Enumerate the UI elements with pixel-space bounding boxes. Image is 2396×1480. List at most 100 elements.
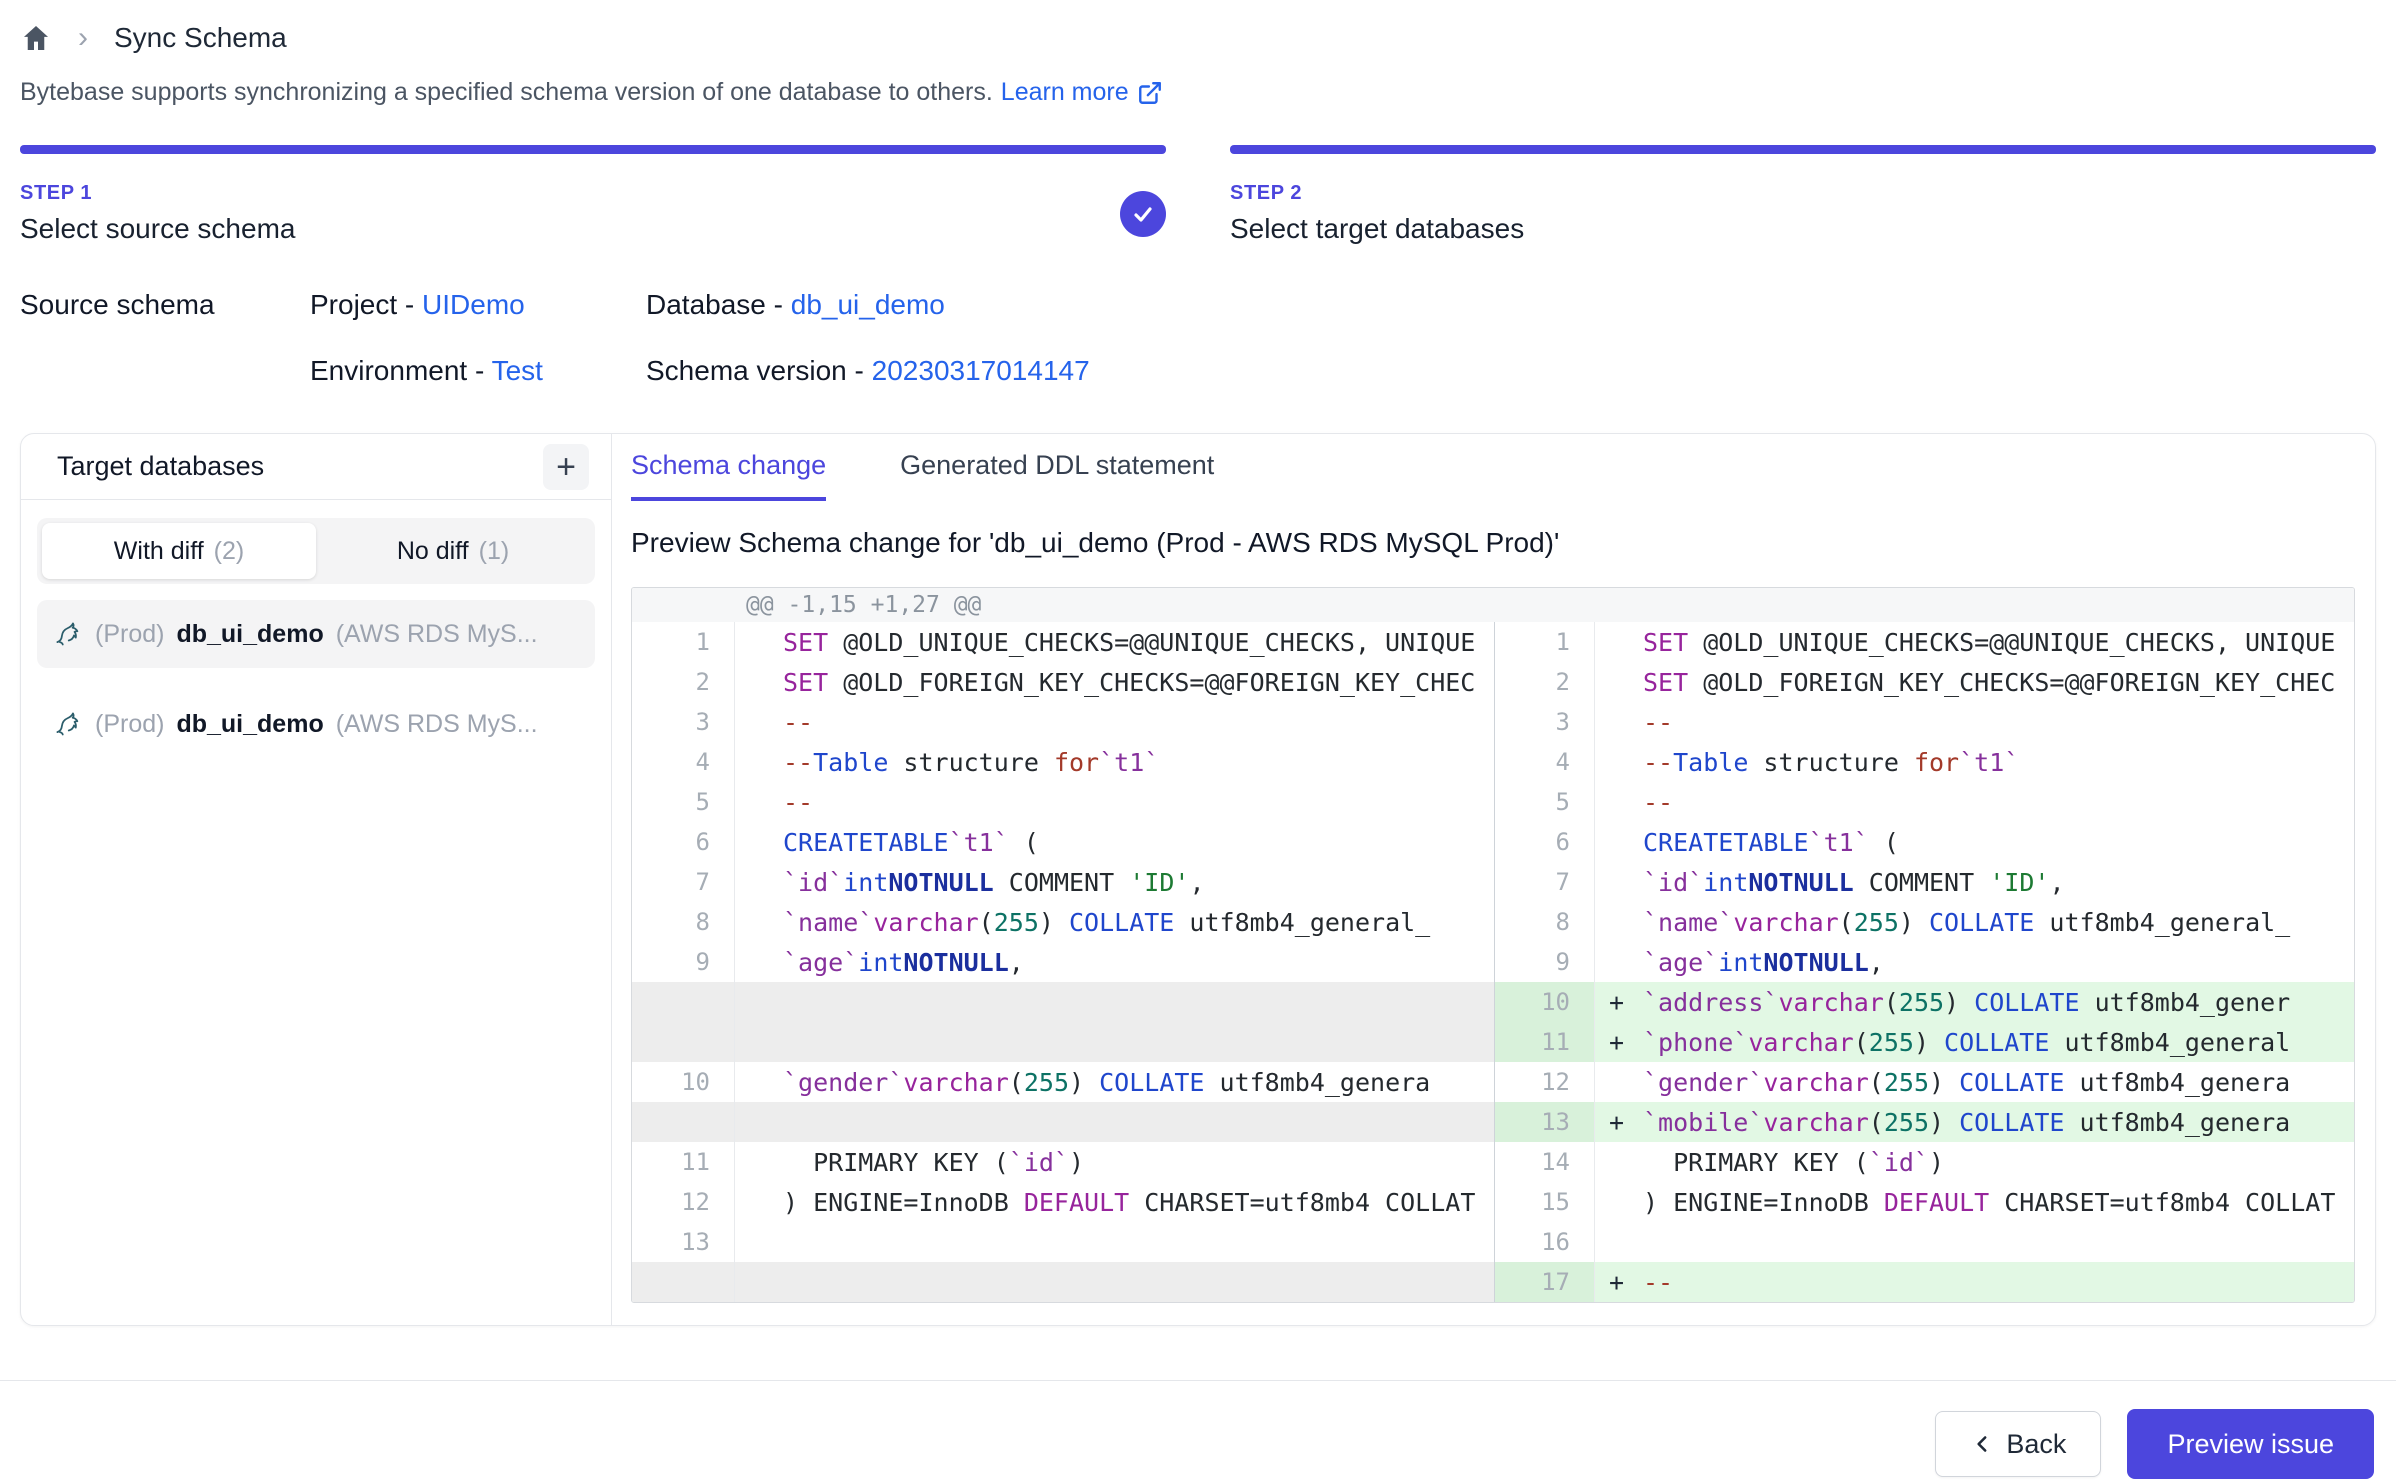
database-name: db_ui_demo xyxy=(176,620,323,649)
plus-icon: + xyxy=(556,450,576,484)
added-line-marker: + xyxy=(1609,988,1624,1017)
diff-row: 10 `gender` varchar(255) COLLATE utf8mb4… xyxy=(632,1062,2354,1102)
diff-left-line-number xyxy=(632,982,734,1022)
diff-row: 4-- Table structure for `t1`4-- Table st… xyxy=(632,742,2354,782)
mysql-icon xyxy=(53,619,83,649)
diff-right-line-number: 13 xyxy=(1494,1102,1594,1142)
database-link[interactable]: db_ui_demo xyxy=(791,289,945,320)
diff-left-line-number: 2 xyxy=(632,662,734,702)
tab-with-diff[interactable]: With diff (2) xyxy=(42,523,316,579)
environment-link[interactable]: Test xyxy=(492,355,543,386)
source-project-field: Project - UIDemo xyxy=(310,289,646,321)
schema-diff-viewer[interactable]: @@ -1,15 +1,27 @@ 1SET @OLD_UNIQUE_CHECK… xyxy=(631,587,2355,1303)
diff-right-code-line xyxy=(1594,1222,2354,1262)
breadcrumb: › Sync Schema xyxy=(20,16,2376,60)
diff-row: 11+ `phone` varchar(255) COLLATE utf8mb4… xyxy=(632,1022,2354,1062)
project-link[interactable]: UIDemo xyxy=(422,289,525,320)
learn-more-link[interactable]: Learn more xyxy=(1001,78,1163,107)
diff-left-line-number xyxy=(632,1102,734,1142)
back-button[interactable]: Back xyxy=(1935,1411,2101,1477)
diff-right-code-line: SET @OLD_FOREIGN_KEY_CHECKS=@@FOREIGN_KE… xyxy=(1594,662,2354,702)
diff-left-line-number: 12 xyxy=(632,1182,734,1222)
diff-right-code-line: +-- xyxy=(1594,1262,2354,1302)
diff-row: 8 `name` varchar(255) COLLATE utf8mb4_ge… xyxy=(632,902,2354,942)
diff-left-code-line: SET @OLD_FOREIGN_KEY_CHECKS=@@FOREIGN_KE… xyxy=(734,662,1494,702)
diff-right-line-number: 3 xyxy=(1494,702,1594,742)
diff-left-code-line xyxy=(734,982,1494,1022)
diff-left-code-line: `age` int NOT NULL, xyxy=(734,942,1494,982)
diff-left-line-number xyxy=(632,1022,734,1062)
diff-row: 1316 xyxy=(632,1222,2354,1262)
diff-right-line-number: 4 xyxy=(1494,742,1594,782)
diff-right-line-number: 6 xyxy=(1494,822,1594,862)
sync-card: Target databases + With diff (2) No diff… xyxy=(20,433,2376,1326)
diff-right-code-line: -- Table structure for `t1` xyxy=(1594,742,2354,782)
diff-right-line-number: 1 xyxy=(1494,622,1594,662)
no-diff-count: (1) xyxy=(479,537,510,566)
target-database-item[interactable]: (Prod)db_ui_demo(AWS RDS MyS... xyxy=(37,600,595,668)
tab-no-diff[interactable]: No diff (1) xyxy=(316,523,590,579)
diff-hunk-range: @@ -1,15 +1,27 @@ xyxy=(734,588,1494,622)
diff-left-code-line: -- Table structure for `t1` xyxy=(734,742,1494,782)
source-schema-version-field: Schema version - 20230317014147 xyxy=(646,355,2376,387)
diff-right-code-line: `gender` varchar(255) COLLATE utf8mb4_ge… xyxy=(1594,1062,2354,1102)
diff-right-code-line: SET @OLD_UNIQUE_CHECKS=@@UNIQUE_CHECKS, … xyxy=(1594,622,2354,662)
diff-left-line-number: 10 xyxy=(632,1062,734,1102)
source-schema-summary: Source schema Project - UIDemo Database … xyxy=(20,289,2376,387)
diff-left-code-line: `name` varchar(255) COLLATE utf8mb4_gene… xyxy=(734,902,1494,942)
diff-right-code-line: + `address` varchar(255) COLLATE utf8mb4… xyxy=(1594,982,2354,1022)
step-2-title: Select target databases xyxy=(1230,213,2376,245)
database-environment: (Prod) xyxy=(95,620,164,649)
diff-left-code-line xyxy=(734,1222,1494,1262)
diff-row: 1SET @OLD_UNIQUE_CHECKS=@@UNIQUE_CHECKS,… xyxy=(632,622,2354,662)
page-description: Bytebase supports synchronizing a specif… xyxy=(20,78,2376,107)
schema-version-link[interactable]: 20230317014147 xyxy=(872,355,1090,386)
diff-left-code-line xyxy=(734,1102,1494,1142)
diff-right-code-line: -- xyxy=(1594,702,2354,742)
diff-left-code-line xyxy=(734,1262,1494,1302)
diff-left-line-number: 11 xyxy=(632,1142,734,1182)
diff-left-code-line xyxy=(734,1022,1494,1062)
chevron-right-icon: › xyxy=(78,23,88,53)
home-icon[interactable] xyxy=(20,22,52,54)
tab-schema-change[interactable]: Schema change xyxy=(631,450,826,501)
diff-right-code-line: `name` varchar(255) COLLATE utf8mb4_gene… xyxy=(1594,902,2354,942)
source-schema-label: Source schema xyxy=(20,289,310,321)
diff-right-line-number: 8 xyxy=(1494,902,1594,942)
add-target-database-button[interactable]: + xyxy=(543,444,589,490)
tab-generated-ddl[interactable]: Generated DDL statement xyxy=(900,450,1214,501)
chevron-left-icon xyxy=(1970,1431,1996,1457)
diff-row: 9 `age` int NOT NULL,9 `age` int NOT NUL… xyxy=(632,942,2354,982)
step-1-progress-bar xyxy=(20,145,1166,154)
preview-title: Preview Schema change for 'db_ui_demo (P… xyxy=(631,527,2355,559)
added-line-marker: + xyxy=(1609,1028,1624,1057)
diff-left-code-line: ) ENGINE=InnoDB DEFAULT CHARSET=utf8mb4 … xyxy=(734,1182,1494,1222)
diff-row: 17+-- xyxy=(632,1262,2354,1302)
diff-right-line-number: 11 xyxy=(1494,1022,1594,1062)
diff-row: 12) ENGINE=InnoDB DEFAULT CHARSET=utf8mb… xyxy=(632,1182,2354,1222)
target-database-item[interactable]: (Prod)db_ui_demo(AWS RDS MyS... xyxy=(37,690,595,758)
footer-actions: Back Preview issue xyxy=(0,1381,2396,1479)
diff-left-code-line: SET @OLD_UNIQUE_CHECKS=@@UNIQUE_CHECKS, … xyxy=(734,622,1494,662)
description-text: Bytebase supports synchronizing a specif… xyxy=(20,78,993,107)
diff-right-line-number: 12 xyxy=(1494,1062,1594,1102)
page-title: Sync Schema xyxy=(114,22,287,54)
diff-right-line-number: 9 xyxy=(1494,942,1594,982)
diff-row: 11 PRIMARY KEY (`id`)14 PRIMARY KEY (`id… xyxy=(632,1142,2354,1182)
step-2-label: STEP 2 xyxy=(1230,182,2376,205)
diff-row: 13+ `mobile` varchar(255) COLLATE utf8mb… xyxy=(632,1102,2354,1142)
target-databases-title: Target databases xyxy=(57,451,264,482)
diff-right-line-number: 15 xyxy=(1494,1182,1594,1222)
diff-right-line-number: 16 xyxy=(1494,1222,1594,1262)
schema-preview-panel: Schema change Generated DDL statement Pr… xyxy=(612,434,2375,1325)
source-environment-field: Environment - Test xyxy=(310,355,646,387)
added-line-marker: + xyxy=(1609,1268,1624,1297)
diff-right-code-line: + `phone` varchar(255) COLLATE utf8mb4_g… xyxy=(1594,1022,2354,1062)
diff-left-line-number: 3 xyxy=(632,702,734,742)
mysql-icon xyxy=(53,709,83,739)
diff-left-line-number xyxy=(632,1262,734,1302)
target-databases-header: Target databases + xyxy=(21,434,611,500)
step-1: STEP 1 Select source schema xyxy=(20,145,1166,245)
diff-body: 1SET @OLD_UNIQUE_CHECKS=@@UNIQUE_CHECKS,… xyxy=(632,622,2354,1302)
preview-issue-button[interactable]: Preview issue xyxy=(2127,1409,2374,1479)
